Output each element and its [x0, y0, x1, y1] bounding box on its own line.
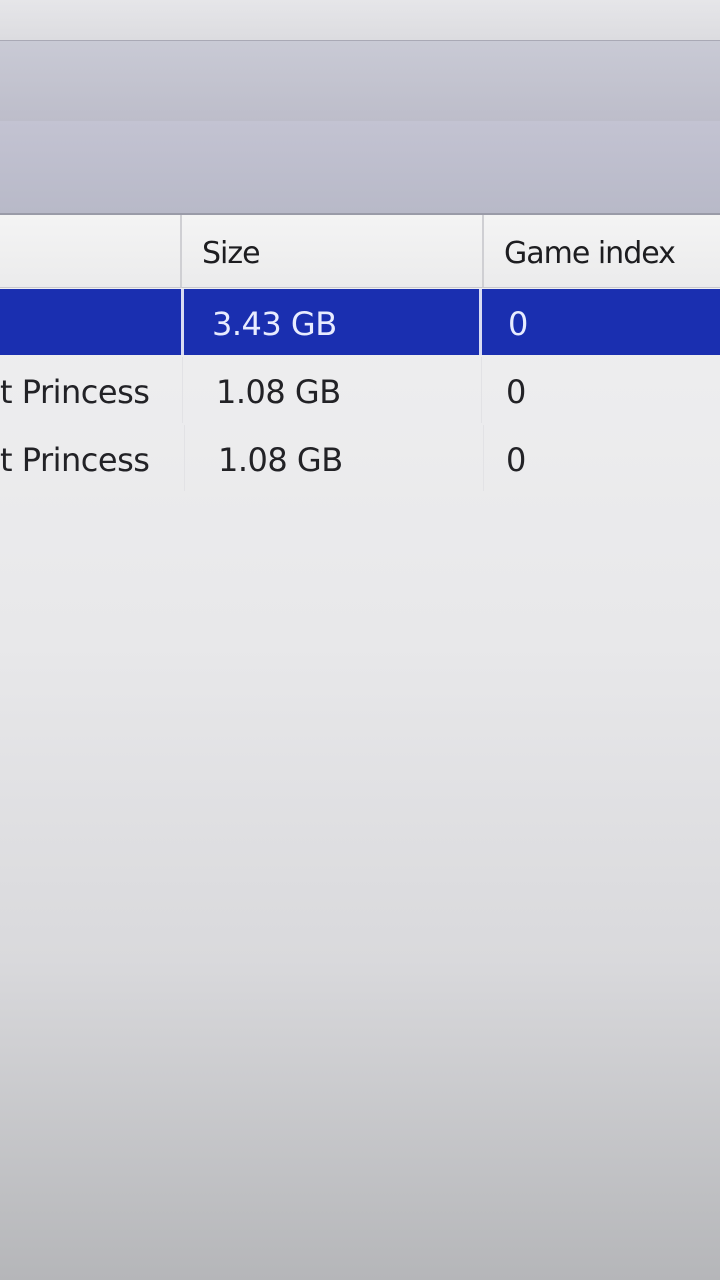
list-item[interactable]: t Princess 1.08 GB 0: [0, 357, 720, 423]
game-index-cell: 0: [506, 441, 526, 479]
cell-separator: [181, 289, 184, 355]
app-window: Size Game index 3.43 GB 0 t Princess 1.0…: [0, 0, 720, 1280]
game-name-cell: t Princess: [0, 373, 150, 411]
game-size-cell: 3.43 GB: [212, 305, 337, 343]
game-index-cell: 0: [508, 305, 528, 343]
cell-separator: [479, 289, 482, 355]
cell-separator: [481, 357, 482, 423]
game-index-cell: 0: [506, 373, 526, 411]
list-item[interactable]: 3.43 GB 0: [0, 289, 720, 355]
cell-separator: [184, 425, 185, 491]
list-item[interactable]: t Princess 1.08 GB 0: [0, 425, 720, 491]
menu-bar: [0, 40, 720, 122]
game-list[interactable]: Size Game index 3.43 GB 0 t Princess 1.0…: [0, 215, 720, 1280]
list-header: Size Game index: [0, 215, 720, 288]
game-name-cell: t Princess: [0, 441, 150, 479]
game-size-cell: 1.08 GB: [218, 441, 343, 479]
column-separator[interactable]: [482, 215, 484, 287]
column-header-size[interactable]: Size: [202, 215, 261, 287]
column-header-game-index[interactable]: Game index: [504, 215, 676, 287]
window-top-strip: [0, 0, 720, 40]
game-size-cell: 1.08 GB: [216, 373, 341, 411]
cell-separator: [483, 425, 484, 491]
cell-separator: [182, 357, 183, 423]
column-separator[interactable]: [180, 215, 182, 287]
toolbar: [0, 121, 720, 215]
